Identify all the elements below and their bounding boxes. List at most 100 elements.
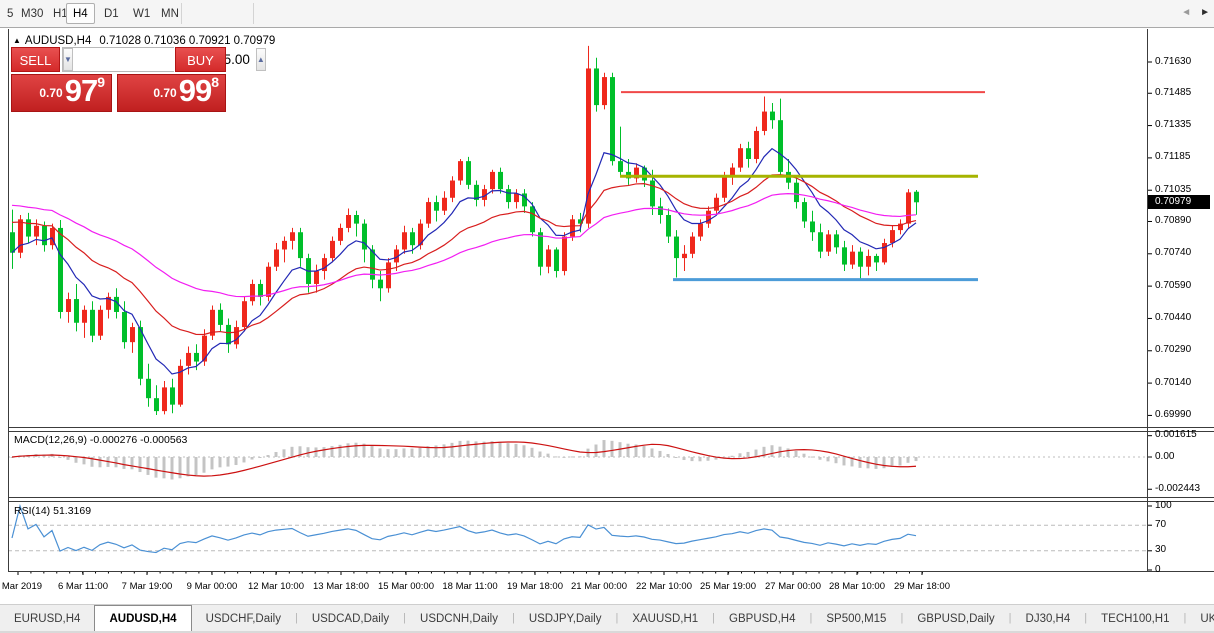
price-axis-label: 0.71630 xyxy=(1155,56,1191,67)
price-axis-label: 0.70440 xyxy=(1155,312,1191,323)
macd-axis-label: 0.00 xyxy=(1155,451,1174,462)
tab-item-sp500-m15[interactable]: SP500,M15 xyxy=(812,607,900,631)
timeframe-button-m30[interactable]: M30 xyxy=(14,3,50,24)
volume-input[interactable] xyxy=(73,48,256,71)
date-axis-label: 21 Mar 00:00 xyxy=(571,581,627,592)
tab-item-tech100-h1[interactable]: TECH100,H1 xyxy=(1087,607,1183,631)
buy-price-big-digits: 99 xyxy=(179,73,211,108)
tab-item-dj30-h4[interactable]: DJ30,H4 xyxy=(1012,607,1085,631)
sell-price: 0.70979 xyxy=(39,73,105,109)
chart-symbol-header: ▲ AUDUSD,H4 0.71028 0.71036 0.70921 0.7097… xyxy=(13,35,275,47)
rsi-label: RSI(14) 51.3169 xyxy=(14,505,91,517)
date-axis-label: 9 Mar 00:00 xyxy=(187,581,238,592)
timeframe-button-w1[interactable]: W1 xyxy=(126,3,157,24)
tab-item-gbpusd-daily[interactable]: GBPUSD,Daily xyxy=(903,607,1008,631)
date-axis-label: 12 Mar 10:00 xyxy=(248,581,304,592)
volume-decrease-icon[interactable]: ▼ xyxy=(63,48,73,71)
date-axis-label: 15 Mar 00:00 xyxy=(378,581,434,592)
price-axis-label: 0.71035 xyxy=(1155,184,1191,195)
rsi-top-border xyxy=(8,501,1214,502)
rsi-axis-label: 70 xyxy=(1155,519,1166,530)
date-axis-label: 13 Mar 18:00 xyxy=(313,581,369,592)
macd-top-border xyxy=(8,431,1214,432)
volume-increase-icon[interactable]: ▲ xyxy=(256,48,266,71)
buy-price-pip-digit: 8 xyxy=(211,74,219,90)
rsi-axis-label: 100 xyxy=(1155,500,1172,511)
symbol-name: AUDUSD,H4 xyxy=(25,35,91,47)
macd-label: MACD(12,26,9) -0.000276 -0.000563 xyxy=(14,434,187,446)
sell-price-pip-digit: 9 xyxy=(97,74,105,90)
tab-scroll-arrows: ◄► xyxy=(1181,7,1210,18)
tab-item-audusd-h4[interactable]: AUDUSD,H4 xyxy=(94,605,191,631)
rsi-axis-label: 30 xyxy=(1155,544,1166,555)
tab-item-usdcnh-daily[interactable]: USDCNH,Daily xyxy=(406,607,512,631)
price-axis-label: 0.71335 xyxy=(1155,119,1191,130)
timeframe-toolbar: 5M30H1H4D1W1MN xyxy=(0,0,1214,28)
tab-item-xauusd-h1[interactable]: XAUUSD,H1 xyxy=(618,607,712,631)
sell-button[interactable]: SELL xyxy=(11,47,60,72)
date-axis-label: 25 Mar 19:00 xyxy=(700,581,756,592)
buy-button[interactable]: BUY xyxy=(175,47,226,72)
chart-tab-bar: EURUSD,H4AUDUSD,H4USDCHF,Daily|USDCAD,Da… xyxy=(0,604,1214,631)
rsi-current-value: 51.3169 xyxy=(53,505,91,517)
tab-item-gbpusd-h4[interactable]: GBPUSD,H4 xyxy=(715,607,809,631)
trading-app-window: 5M30H1H4D1W1MN ▲ AUDUSD,H4 0.71028 0.71036… xyxy=(0,0,1214,633)
price-axis-border xyxy=(1147,29,1148,571)
date-axis-label: 18 Mar 11:00 xyxy=(442,581,497,592)
tab-item-usdjpy-daily[interactable]: USDJPY,Daily xyxy=(515,607,616,631)
tab-item-usdcad-daily[interactable]: USDCAD,Daily xyxy=(298,607,403,631)
ohlc-values: 0.71028 0.71036 0.70921 0.70979 xyxy=(99,35,275,47)
date-axis-label: 28 Mar 10:00 xyxy=(829,581,885,592)
tab-item-ukoil[interactable]: UKOil, xyxy=(1186,607,1214,631)
tab-scroll-right-icon[interactable]: ► xyxy=(1200,7,1210,18)
date-axis-label: 22 Mar 10:00 xyxy=(636,581,692,592)
date-axis-label: 7 Mar 19:00 xyxy=(122,581,173,592)
ma-fast-line xyxy=(12,149,916,374)
current-price-tag: 0.70979 xyxy=(1148,195,1210,209)
buy-price: 0.70998 xyxy=(153,73,219,109)
date-axis-label: 5 Mar 2019 xyxy=(0,581,42,592)
tab-item-usdchf-daily[interactable]: USDCHF,Daily xyxy=(192,607,295,631)
rsi-line xyxy=(12,506,916,553)
sell-price-big-digits: 97 xyxy=(65,73,97,108)
date-axis-label: 19 Mar 18:00 xyxy=(507,581,563,592)
macd-axis-label: -0.002443 xyxy=(1155,483,1200,494)
macd-name: MACD(12,26,9) xyxy=(14,434,87,446)
price-axis-label: 0.71185 xyxy=(1155,151,1190,162)
date-axis-label: 6 Mar 11:00 xyxy=(58,581,108,592)
timeframe-button-d1[interactable]: D1 xyxy=(97,3,126,24)
price-axis-label: 0.70890 xyxy=(1155,215,1191,226)
ma-slow-line xyxy=(12,194,916,297)
tab-item-eurusd-h4[interactable]: EURUSD,H4 xyxy=(0,607,94,631)
rsi-axis-label: 0 xyxy=(1155,564,1161,575)
sell-price-prefix: 0.70 xyxy=(39,86,62,100)
buy-price-prefix: 0.70 xyxy=(153,86,176,100)
toolbar-separator xyxy=(181,3,182,24)
volume-spinbox: ▼ ▲ xyxy=(62,47,174,72)
macd-current-values: -0.000276 -0.000563 xyxy=(90,434,188,446)
price-axis-label: 0.69990 xyxy=(1155,409,1191,420)
sell-price-panel[interactable]: 0.70979 xyxy=(11,74,112,112)
rsi-panel-layer xyxy=(8,525,1147,551)
chart-left-border xyxy=(8,29,9,571)
ma-mid-line xyxy=(12,175,916,335)
price-axis-label: 0.71485 xyxy=(1155,87,1191,98)
one-click-trading-widget: SELL ▼ ▲ BUY 0.70979 0.70998 xyxy=(11,47,226,72)
price-axis-label: 0.70290 xyxy=(1155,344,1191,355)
price-axis-label: 0.70740 xyxy=(1155,247,1191,258)
date-axis-label: 27 Mar 00:00 xyxy=(765,581,821,592)
macd-axis-label: 0.001615 xyxy=(1155,429,1197,440)
trade-top-row: SELL ▼ ▲ BUY xyxy=(11,47,226,72)
rsi-bottom-border xyxy=(8,571,1214,572)
price-axis-label: 0.70140 xyxy=(1155,377,1191,388)
buy-price-panel[interactable]: 0.70998 xyxy=(117,74,226,112)
price-axis-label: 0.70590 xyxy=(1155,280,1191,291)
rsi-name: RSI(14) xyxy=(14,505,50,517)
timeframe-button-h4[interactable]: H4 xyxy=(66,3,95,24)
macd-bottom-border[interactable] xyxy=(8,497,1214,498)
axis-ticks xyxy=(18,62,1152,575)
toolbar-separator xyxy=(253,3,254,24)
chart-macd-divider[interactable] xyxy=(8,427,1214,428)
tab-scroll-left-icon[interactable]: ◄ xyxy=(1181,7,1191,18)
collapse-triangle-icon[interactable]: ▲ xyxy=(13,36,21,45)
